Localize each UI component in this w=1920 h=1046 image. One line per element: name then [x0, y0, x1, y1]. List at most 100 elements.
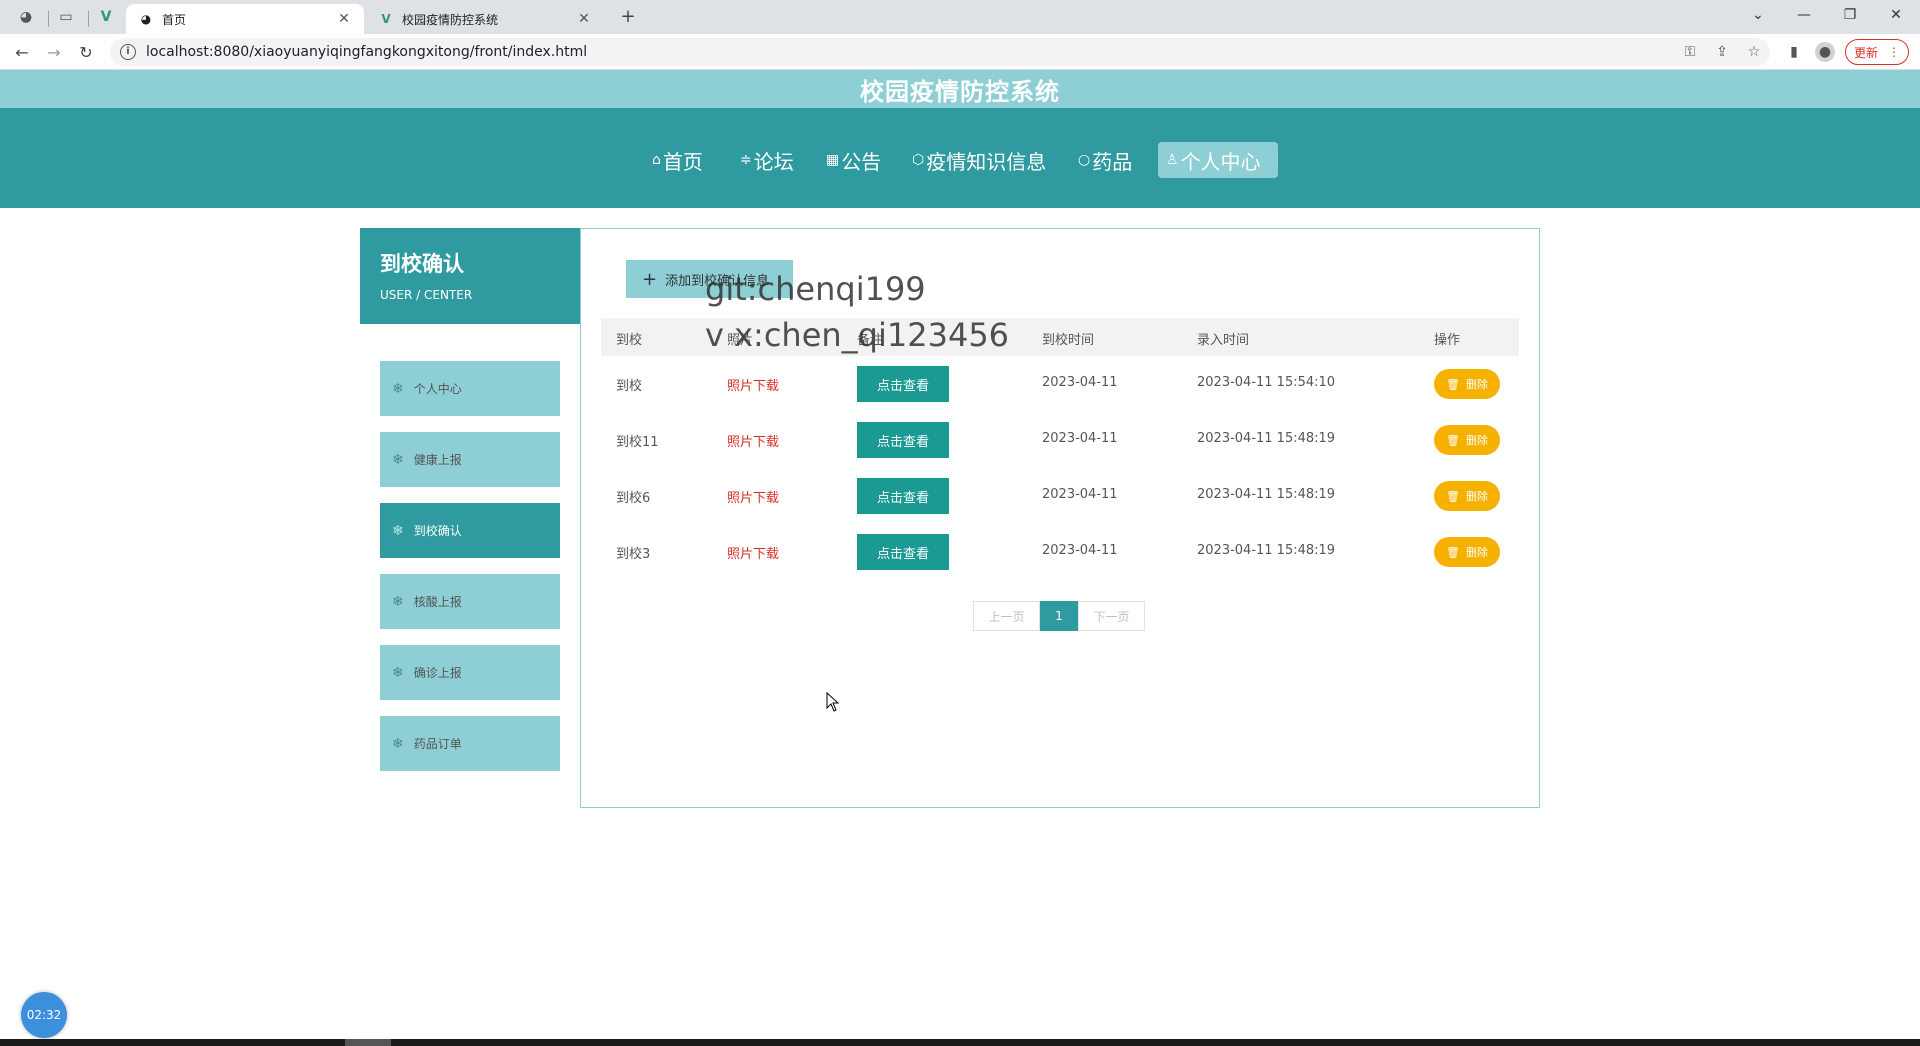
tab-home[interactable]: ◕ 首页 ✕ [126, 4, 364, 34]
sidebar-item-label: 药品订单 [413, 737, 462, 751]
table-row: 到校6 照片下载 点击查看 2023-04-11 2023-04-11 15:4… [601, 468, 1519, 524]
arrival-name: 到校3 [616, 547, 651, 562]
created-time: 2023-04-11 15:54:10 [1197, 375, 1336, 390]
delete-label: 删除 [1465, 378, 1488, 391]
trash-icon: 🗑 [1446, 489, 1460, 503]
sidebar-item-arrival-confirm[interactable]: ❄ 到校确认 [380, 503, 560, 558]
arrival-date: 2023-04-11 [1042, 375, 1118, 390]
sidebar-item-user-center[interactable]: ❄ 个人中心 [380, 361, 560, 416]
blank-tab-icon[interactable]: ▭ [54, 6, 78, 28]
watermark-line: v x:chen_qi123456 [705, 316, 1010, 354]
page-number-button[interactable]: 1 [1040, 601, 1078, 631]
info-icon[interactable]: i [120, 44, 136, 60]
more-menu-icon[interactable]: ⋮ [1888, 45, 1900, 59]
home-icon: ⌂ [652, 152, 661, 168]
tab-title: 首页 [162, 12, 187, 27]
nav-label: 药品 [1092, 149, 1133, 174]
forward-arrow-icon[interactable]: → [42, 40, 66, 64]
column-header: 到校 [616, 333, 643, 348]
table-row: 到校3 照片下载 点击查看 2023-04-11 2023-04-11 15:4… [601, 524, 1519, 580]
arrival-date: 2023-04-11 [1042, 487, 1118, 502]
new-tab-button[interactable]: + [616, 6, 640, 28]
sidebar-subtitle: USER / CENTER [380, 288, 473, 302]
delete-button[interactable]: 🗑 删除 [1434, 481, 1500, 511]
site-title: 校园疫情防控系统 [860, 77, 1060, 106]
sidebar-item-nucleic-report[interactable]: ❄ 核酸上报 [380, 574, 560, 629]
snowflake-icon: ❄ [392, 593, 404, 610]
view-button[interactable]: 点击查看 [857, 422, 949, 458]
share-icon[interactable]: ⇪ [1712, 42, 1732, 62]
circle-icon: ○ [1078, 152, 1091, 168]
view-button[interactable]: 点击查看 [857, 366, 949, 402]
arrival-name: 到校11 [616, 435, 659, 450]
sidebar-item-health-report[interactable]: ❄ 健康上报 [380, 432, 560, 487]
photo-download-link[interactable]: 照片下载 [727, 375, 779, 394]
nav-label: 疫情知识信息 [926, 149, 1047, 174]
nav-user-center[interactable]: ♙ 个人中心 [1158, 142, 1278, 178]
view-button[interactable]: 点击查看 [857, 478, 949, 514]
bottom-bar [0, 1039, 1920, 1046]
vue-logo-icon[interactable]: V [94, 6, 118, 28]
delete-label: 删除 [1465, 434, 1488, 447]
column-header: 录入时间 [1197, 333, 1250, 348]
delete-button[interactable]: 🗑 删除 [1434, 369, 1500, 399]
watermark-line: git:chenqi199 [705, 270, 926, 308]
delete-button[interactable]: 🗑 删除 [1434, 537, 1500, 567]
sidebar-item-label: 健康上报 [413, 453, 462, 467]
site-title-bar: 校园疫情防控系统 [0, 70, 1920, 108]
sidebar-item-label: 核酸上报 [413, 595, 462, 609]
snowflake-icon: ❄ [392, 664, 404, 681]
arrival-name: 到校 [616, 379, 643, 394]
nav-forum[interactable]: ≑ 论坛 [732, 142, 802, 178]
tab-system[interactable]: V 校园疫情防控系统 ✕ [366, 4, 604, 34]
photo-download-link[interactable]: 照片下载 [727, 543, 779, 562]
minimize-icon[interactable]: — [1781, 0, 1827, 30]
delete-button[interactable]: 🗑 删除 [1434, 425, 1500, 455]
tab-search-icon[interactable]: ⌄ [1735, 0, 1781, 30]
browser-toolbar: ← → ↻ i localhost:8080/xiaoyuanyiqingfan… [0, 34, 1920, 70]
close-icon[interactable]: ✕ [576, 11, 592, 27]
address-bar[interactable]: i localhost:8080/xiaoyuanyiqingfangkongx… [110, 38, 1770, 66]
profile-avatar-icon[interactable]: ● [1815, 42, 1835, 62]
close-icon[interactable]: ✕ [336, 11, 352, 27]
key-icon[interactable]: ⚿ [1680, 42, 1700, 62]
mouse-cursor-icon [826, 692, 840, 712]
trash-icon: 🗑 [1446, 433, 1460, 447]
globe-icon[interactable]: ◕ [14, 6, 38, 28]
star-icon[interactable]: ☆ [1744, 42, 1764, 62]
sidebar-item-label: 到校确认 [413, 524, 462, 538]
forum-icon: ≑ [740, 152, 752, 168]
photo-download-link[interactable]: 照片下载 [727, 431, 779, 450]
table-row: 到校 照片下载 点击查看 2023-04-11 2023-04-11 15:54… [601, 356, 1519, 412]
nav-notice[interactable]: ▦ 公告 [818, 142, 889, 178]
prev-page-button[interactable]: 上一页 [973, 601, 1040, 631]
nav-home[interactable]: ⌂ 首页 [644, 142, 711, 178]
nav-label: 首页 [662, 149, 703, 174]
nav-medicine[interactable]: ○ 药品 [1070, 142, 1140, 178]
update-button[interactable]: 更新 ⋮ [1845, 39, 1909, 65]
view-button[interactable]: 点击查看 [857, 534, 949, 570]
url-text: localhost:8080/xiaoyuanyiqingfangkongxit… [146, 44, 588, 60]
photo-download-link[interactable]: 照片下载 [727, 487, 779, 506]
back-arrow-icon[interactable]: ← [10, 40, 34, 64]
nav-label: 公告 [841, 149, 882, 174]
snowflake-icon: ❄ [392, 522, 404, 539]
arrival-date: 2023-04-11 [1042, 431, 1118, 446]
snowflake-icon: ❄ [392, 451, 404, 468]
nav-knowledge[interactable]: ⬡ 疫情知识信息 [904, 142, 1054, 178]
bottom-bar-segment [345, 1039, 391, 1046]
side-panel-icon[interactable]: ▮ [1784, 42, 1804, 62]
snowflake-icon: ❄ [392, 735, 404, 752]
arrival-date: 2023-04-11 [1042, 543, 1118, 558]
update-label: 更新 [1853, 45, 1878, 60]
tab-title: 校园疫情防控系统 [402, 12, 499, 27]
sidebar-item-diagnosis-report[interactable]: ❄ 确诊上报 [380, 645, 560, 700]
reload-icon[interactable]: ↻ [74, 40, 98, 64]
window-close-icon[interactable]: ✕ [1873, 0, 1919, 30]
sidebar-item-medicine-orders[interactable]: ❄ 药品订单 [380, 716, 560, 771]
created-time: 2023-04-11 15:48:19 [1197, 487, 1336, 502]
globe-icon: ◕ [140, 12, 152, 26]
table-row: 到校11 照片下载 点击查看 2023-04-11 2023-04-11 15:… [601, 412, 1519, 468]
restore-icon[interactable]: ❐ [1827, 0, 1873, 30]
next-page-button[interactable]: 下一页 [1078, 601, 1145, 631]
